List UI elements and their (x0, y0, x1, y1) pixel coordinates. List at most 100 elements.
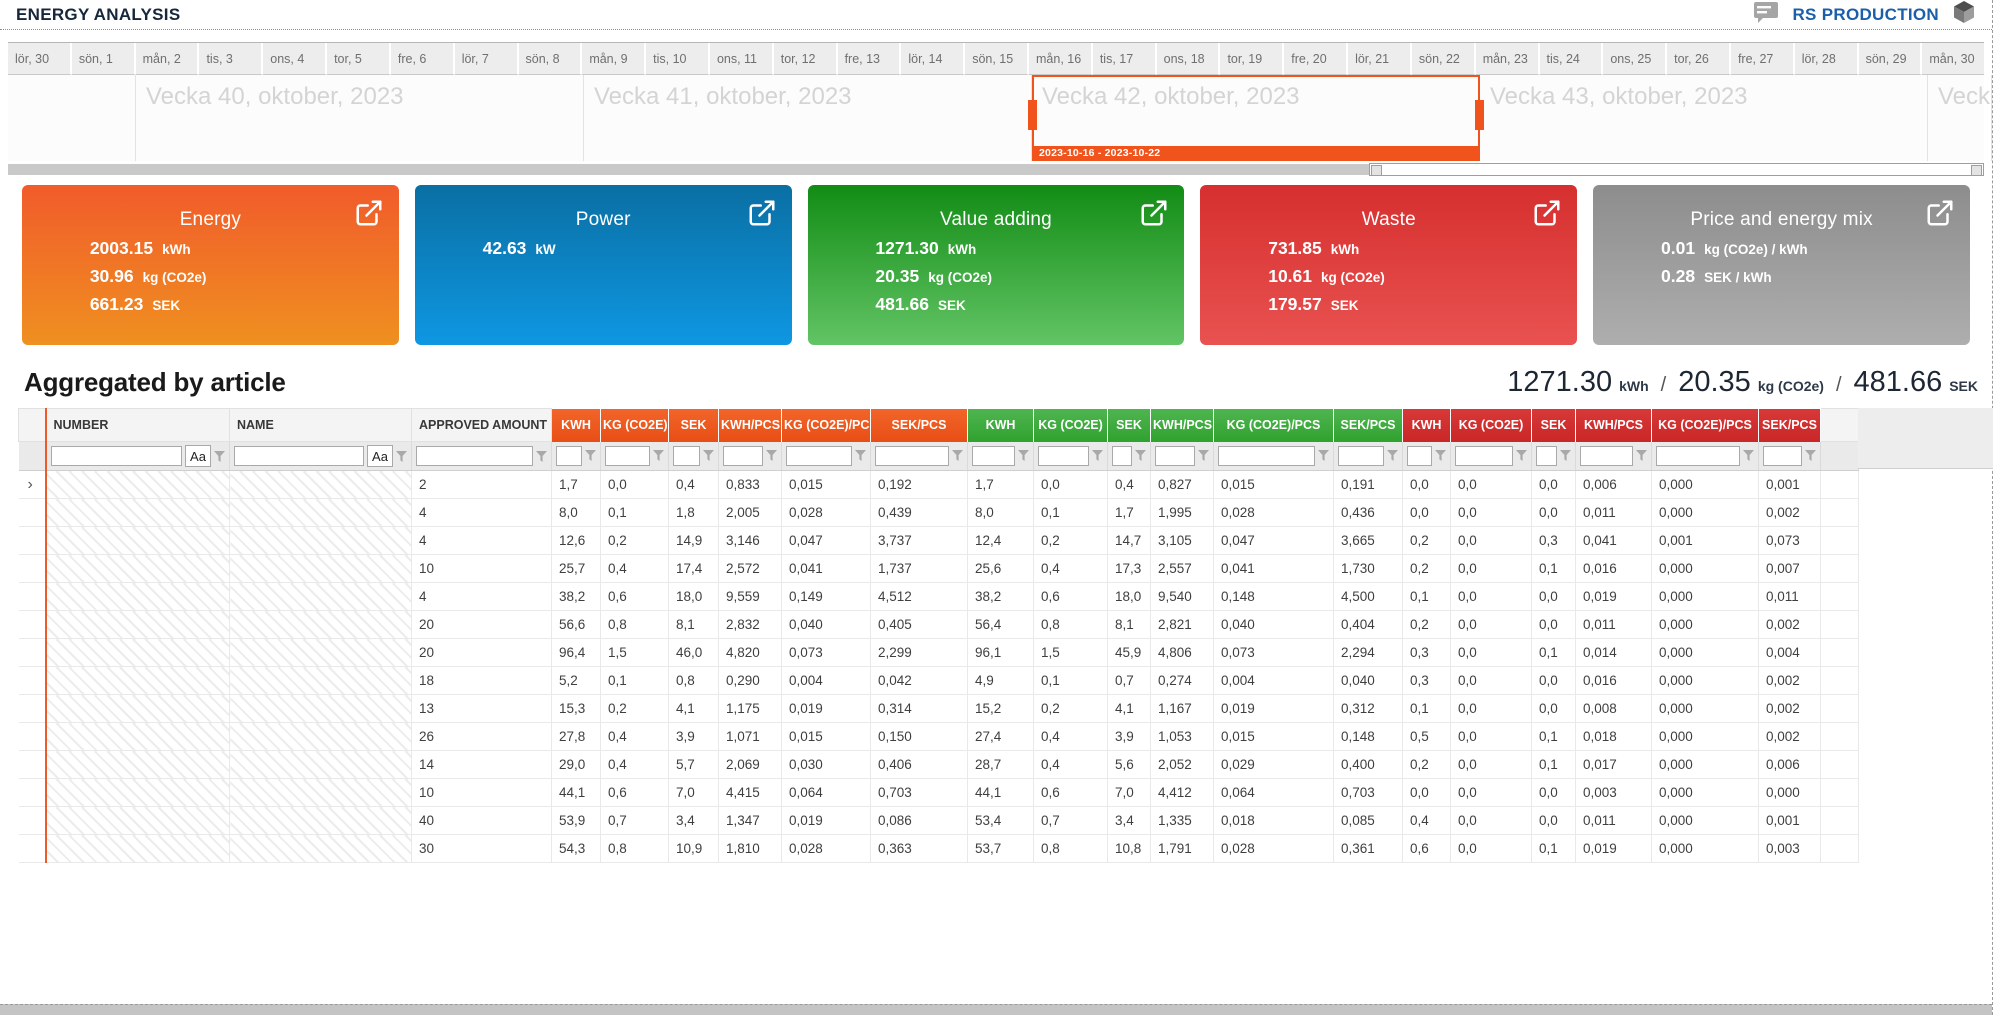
column-header-value_adding-kwh[interactable]: KWH (968, 409, 1034, 442)
column-header-waste-sek[interactable]: SEK (1532, 409, 1576, 442)
timeline-day[interactable]: ons, 4 (263, 43, 327, 75)
timeline-day[interactable]: fre, 6 (391, 43, 455, 75)
timeline-day[interactable]: fre, 20 (1284, 43, 1348, 75)
filter-input-energy-kg-co2e-pcs[interactable] (786, 446, 852, 466)
scrollbar-window[interactable] (1369, 163, 1984, 176)
timeline-day[interactable]: mån, 16 (1029, 43, 1093, 75)
timeline-day[interactable]: tor, 19 (1220, 43, 1284, 75)
column-header-energy-kg-co2e-pcs[interactable]: KG (CO2E)/PCS (782, 409, 871, 442)
filter-input-energy-kwh[interactable] (556, 446, 582, 466)
column-header-waste-kg-co2e-[interactable]: KG (CO2E) (1451, 409, 1532, 442)
filter-input-energy-kg-co2e-[interactable] (605, 446, 650, 466)
column-header-value_adding-sek[interactable]: SEK (1108, 409, 1151, 442)
table-row[interactable]: 438,20,618,09,5590,1494,51238,20,618,09,… (19, 583, 1859, 611)
filter-funnel-icon[interactable] (396, 451, 407, 462)
filter-funnel-icon[interactable] (1092, 450, 1103, 461)
external-link-icon[interactable] (1139, 198, 1169, 228)
column-header-waste-kwh[interactable]: KWH (1403, 409, 1451, 442)
timeline-week[interactable]: Vecka 43, oktober, 2023 (1480, 75, 1928, 161)
filter-input-energy-sek[interactable] (673, 446, 700, 466)
column-header-value_adding-kg-co2e-pcs[interactable]: KG (CO2E)/PCS (1214, 409, 1334, 442)
table-row[interactable]: 2627,80,43,91,0710,0150,15027,40,43,91,0… (19, 723, 1859, 751)
timeline-day[interactable]: tis, 3 (199, 43, 263, 75)
table-row[interactable]: 1315,30,24,11,1750,0190,31415,20,24,11,1… (19, 695, 1859, 723)
timeline-day[interactable]: fre, 27 (1731, 43, 1795, 75)
column-header-waste-kg-co2e-pcs[interactable]: KG (CO2E)/PCS (1652, 409, 1759, 442)
filter-funnel-icon[interactable] (1516, 450, 1527, 461)
filter-input-value_adding-kg-co2e-[interactable] (1038, 446, 1089, 466)
table-row[interactable]: 1429,00,45,72,0690,0300,40628,70,45,62,0… (19, 751, 1859, 779)
filter-input-value_adding-kg-co2e-pcs[interactable] (1218, 446, 1315, 466)
timeline-week[interactable]: Vecka 40, oktober, 2023 (136, 75, 584, 161)
scrollbar-right-handle[interactable] (1971, 165, 1982, 176)
column-header-value_adding-sek-pcs[interactable]: SEK/PCS (1334, 409, 1403, 442)
timeline-day[interactable]: lör, 7 (455, 43, 519, 75)
timeline-day[interactable]: fre, 13 (838, 43, 902, 75)
timeline-day[interactable]: tis, 24 (1540, 43, 1604, 75)
table-row[interactable]: ›21,70,00,40,8330,0150,1921,70,00,40,827… (19, 471, 1859, 499)
timeline-day[interactable]: ons, 11 (710, 43, 774, 75)
timeline-day[interactable]: tor, 5 (327, 43, 391, 75)
timeline-day[interactable]: lör, 30 (8, 43, 72, 75)
column-header-energy-kg-co2e-[interactable]: KG (CO2E) (601, 409, 669, 442)
filter-input-approved-amount[interactable] (416, 446, 533, 466)
timeline-day[interactable]: ons, 25 (1603, 43, 1667, 75)
filter-input-value_adding-sek-pcs[interactable] (1338, 446, 1384, 466)
filter-funnel-icon[interactable] (536, 451, 547, 462)
kpi-card-value-adding[interactable]: Value adding1271.30kWh20.35kg (CO2e)481.… (808, 185, 1185, 345)
table-row[interactable]: 4053,90,73,41,3470,0190,08653,40,73,41,3… (19, 807, 1859, 835)
timeline-day[interactable]: lör, 28 (1795, 43, 1859, 75)
timeline-day[interactable]: mån, 23 (1476, 43, 1540, 75)
filter-funnel-icon[interactable] (766, 450, 777, 461)
kpi-card-energy[interactable]: Energy2003.15kWh30.96kg (CO2e)661.23SEK (22, 185, 399, 345)
filter-funnel-icon[interactable] (1743, 450, 1754, 461)
filter-funnel-icon[interactable] (1805, 450, 1816, 461)
timeline-day[interactable]: lör, 14 (901, 43, 965, 75)
filter-input-value_adding-kwh-pcs[interactable] (1155, 446, 1195, 466)
timeline-day[interactable]: mån, 30 (1922, 43, 1984, 75)
table-row[interactable]: 3054,30,810,91,8100,0280,36353,70,810,81… (19, 835, 1859, 863)
timeline-day[interactable]: tis, 10 (646, 43, 710, 75)
filter-input-waste-sek-pcs[interactable] (1763, 446, 1802, 466)
external-link-icon[interactable] (1925, 198, 1955, 228)
column-header-value_adding-kg-co2e-[interactable]: KG (CO2E) (1034, 409, 1108, 442)
filter-funnel-icon[interactable] (214, 451, 225, 462)
timeline-day[interactable]: ons, 18 (1157, 43, 1221, 75)
timeline-selection[interactable]: 2023-10-16 - 2023-10-22 (1032, 75, 1480, 161)
filter-funnel-icon[interactable] (1318, 450, 1329, 461)
kpi-card-waste[interactable]: Waste731.85kWh10.61kg (CO2e)179.57SEK (1200, 185, 1577, 345)
timeline-day[interactable]: lör, 21 (1348, 43, 1412, 75)
filter-funnel-icon[interactable] (855, 450, 866, 461)
timeline-day[interactable]: sön, 8 (519, 43, 583, 75)
timeline-day[interactable]: mån, 9 (582, 43, 646, 75)
table-row[interactable]: 185,20,10,80,2900,0040,0424,90,10,70,274… (19, 667, 1859, 695)
filter-input-name[interactable] (234, 446, 364, 466)
column-header-name[interactable]: NAME (230, 409, 412, 442)
column-header-value_adding-kwh-pcs[interactable]: KWH/PCS (1151, 409, 1214, 442)
kpi-card-price-and-energy-mix[interactable]: Price and energy mix0.01kg (CO2e) / kWh0… (1593, 185, 1970, 345)
kpi-card-power[interactable]: Power42.63kW (415, 185, 792, 345)
comment-icon[interactable] (1753, 1, 1779, 28)
case-sensitivity-button[interactable]: Aa (185, 445, 211, 467)
timeline-day[interactable]: sön, 29 (1859, 43, 1923, 75)
filter-input-energy-sek-pcs[interactable] (875, 446, 949, 466)
table-row[interactable]: 1044,10,67,04,4150,0640,70344,10,67,04,4… (19, 779, 1859, 807)
table-row[interactable]: 412,60,214,93,1460,0473,73712,40,214,73,… (19, 527, 1859, 555)
column-header-number[interactable]: NUMBER (46, 409, 230, 442)
selection-right-handle[interactable] (1475, 100, 1484, 130)
filter-input-waste-kwh[interactable] (1407, 446, 1432, 466)
column-header-waste-sek-pcs[interactable]: SEK/PCS (1759, 409, 1821, 442)
filter-input-waste-sek[interactable] (1536, 446, 1557, 466)
filter-input-number[interactable] (51, 446, 183, 466)
timeline-week[interactable]: Vecka 41, oktober, 2023 (584, 75, 1032, 161)
external-link-icon[interactable] (354, 198, 384, 228)
filter-input-waste-kg-co2e-[interactable] (1455, 446, 1513, 466)
scrollbar-left-handle[interactable] (1371, 165, 1382, 176)
filter-input-waste-kg-co2e-pcs[interactable] (1656, 446, 1740, 466)
filter-input-value_adding-kwh[interactable] (972, 446, 1015, 466)
column-header-energy-kwh[interactable]: KWH (552, 409, 601, 442)
filter-funnel-icon[interactable] (585, 450, 596, 461)
table-row[interactable]: 48,00,11,82,0050,0280,4398,00,11,71,9950… (19, 499, 1859, 527)
cube-icon[interactable] (1952, 0, 1976, 29)
filter-funnel-icon[interactable] (952, 450, 963, 461)
